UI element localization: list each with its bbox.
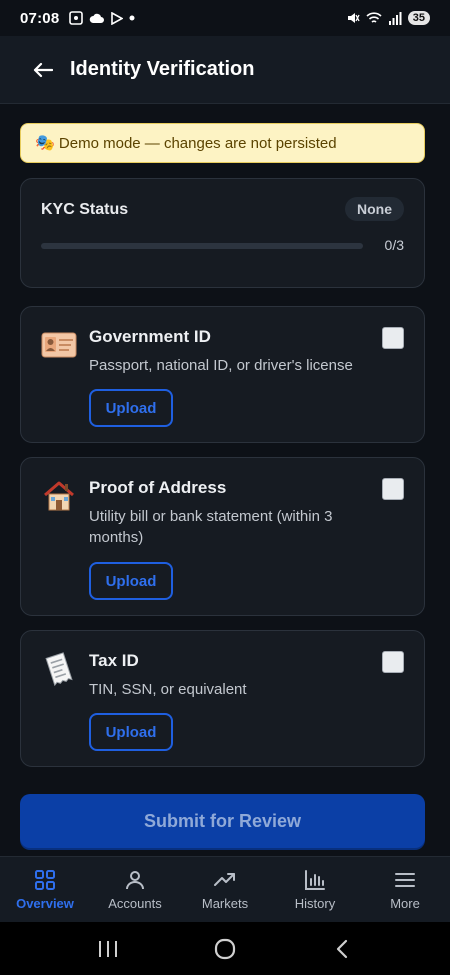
- arrow-left-icon: [33, 62, 53, 77]
- grid-icon: [35, 870, 55, 890]
- battery-indicator: 35: [407, 11, 430, 25]
- banner-text: Demo mode — changes are not persisted: [58, 134, 337, 152]
- status-notification-icons: [69, 11, 135, 25]
- nav-item-more[interactable]: More: [360, 857, 450, 922]
- status-time: 07:08: [20, 9, 60, 27]
- recent-apps-button[interactable]: [88, 934, 128, 964]
- app-header: Identity Verification: [0, 36, 450, 104]
- document-title: Proof of Address: [89, 478, 227, 497]
- kyc-status-card: KYC Status None 0/3: [20, 178, 425, 288]
- play-icon: [111, 11, 124, 25]
- nav-label: History: [294, 896, 336, 911]
- document-title: Government ID: [89, 327, 211, 346]
- document-description: Passport, national ID, or driver's licen…: [89, 357, 353, 374]
- document-description: TIN, SSN, or equivalent: [89, 681, 247, 698]
- document-card-government-id: Government ID Passport, national ID, or …: [20, 306, 425, 443]
- nav-label: Overview: [16, 896, 74, 911]
- document-card-tax-id: Tax ID TIN, SSN, or equivalent Upload: [20, 630, 425, 767]
- menu-icon: [395, 873, 415, 887]
- nav-item-history[interactable]: History: [270, 857, 360, 922]
- nav-item-markets[interactable]: Markets: [180, 857, 270, 922]
- document-checkbox[interactable]: [382, 651, 404, 673]
- kyc-progress-bar: [41, 243, 363, 249]
- home-button[interactable]: [205, 934, 245, 964]
- upload-government-id-button[interactable]: Upload: [89, 389, 173, 427]
- status-system-icons: 35: [346, 11, 430, 25]
- person-icon: [126, 871, 144, 890]
- home-circle-icon: [214, 938, 236, 959]
- kyc-progress-count: 0/3: [384, 237, 404, 253]
- upload-tax-id-button[interactable]: Upload: [89, 713, 173, 751]
- kyc-status-label: KYC Status: [41, 201, 129, 218]
- page-title: Identity Verification: [70, 58, 255, 80]
- nav-label: Accounts: [108, 896, 162, 911]
- masks-icon: 🎭: [35, 135, 55, 152]
- demo-mode-banner: 🎭 Demo mode — changes are not persisted: [20, 123, 425, 163]
- wifi-icon: [366, 11, 382, 23]
- system-back-button[interactable]: [322, 934, 362, 964]
- mute-icon: [347, 13, 360, 23]
- document-checkbox[interactable]: [382, 327, 404, 349]
- notification-icon: [69, 11, 84, 25]
- nav-item-accounts[interactable]: Accounts: [90, 857, 180, 922]
- dot-icon: [129, 15, 135, 21]
- chevron-left-icon: [336, 939, 347, 958]
- house-icon: [39, 476, 79, 516]
- id-card-icon: [39, 325, 79, 365]
- document-card-proof-of-address: Proof of Address Utility bill or bank st…: [20, 457, 425, 616]
- bottom-navigation: Overview Accounts Markets History More: [0, 856, 450, 922]
- status-badge: None: [345, 197, 404, 221]
- nav-item-overview[interactable]: Overview: [0, 857, 90, 922]
- receipt-icon: [39, 649, 79, 689]
- bar-chart-icon: [305, 870, 325, 890]
- back-button[interactable]: [24, 51, 62, 89]
- cloud-icon: [90, 13, 105, 23]
- signal-icon: [388, 11, 402, 25]
- document-title: Tax ID: [89, 651, 139, 670]
- trend-icon: [214, 873, 235, 886]
- recent-apps-icon: [99, 940, 118, 957]
- document-description: Utility bill or bank statement (within 3…: [89, 508, 333, 546]
- nav-label: More: [390, 896, 420, 911]
- submit-for-review-button[interactable]: Submit for Review: [20, 794, 425, 848]
- status-bar: 07:08 35: [0, 0, 450, 36]
- document-checkbox[interactable]: [382, 478, 404, 500]
- upload-proof-of-address-button[interactable]: Upload: [89, 562, 173, 600]
- nav-label: Markets: [201, 896, 249, 911]
- system-navigation-bar: [0, 922, 450, 975]
